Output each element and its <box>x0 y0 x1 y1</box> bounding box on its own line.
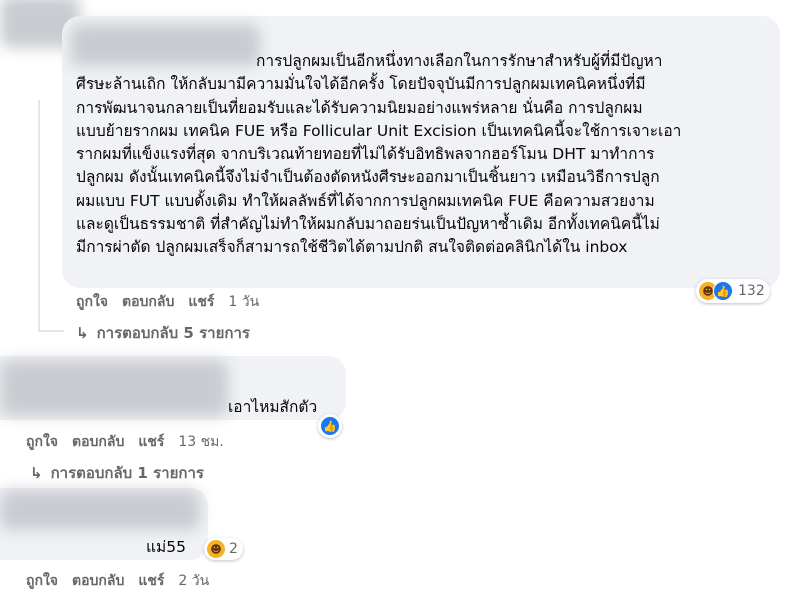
comment-line: การพัฒนาจนกลายเป็นที่ยอมรับและได้รับความ… <box>76 98 643 117</box>
comment-line: ศีรษะล้านเถิก ให้กลับมามีความมั่นใจได้อี… <box>76 75 646 94</box>
reply-link[interactable]: ตอบกลับ <box>72 570 124 592</box>
comment-text-2: เอาไหมสักตัว <box>228 398 318 416</box>
reaction-summary-3[interactable]: ☻ 2 <box>204 538 243 560</box>
comment-line: รากผมที่แข็งแรงที่สุด จากบริเวณท้ายทอยที… <box>76 145 655 164</box>
haha-emoji-icon: ☻ <box>207 540 225 558</box>
like-link[interactable]: ถูกใจ <box>26 570 58 592</box>
like-link[interactable]: ถูกใจ <box>26 431 58 453</box>
reply-link[interactable]: ตอบกลับ <box>122 291 174 313</box>
timestamp[interactable]: 2 วัน <box>178 570 209 592</box>
reply-link[interactable]: ตอบกลับ <box>72 431 124 453</box>
timestamp[interactable]: 1 วัน <box>228 291 259 313</box>
thread-connector-curve <box>38 330 64 332</box>
reply-arrow-icon: ↳ <box>76 324 89 342</box>
blurred-avatar-and-name <box>0 490 200 530</box>
comment-line: ปลูกผม ดังนั้นเทคนิคนี้จึงไม่จำเป็นต้องต… <box>76 168 660 187</box>
comment-text-1: การปลูกผมเป็นอีกหนึ่งทางเลือกในการรักษาส… <box>76 50 766 260</box>
replies-label: การตอบกลับ 1 รายการ <box>50 464 204 482</box>
like-link[interactable]: ถูกใจ <box>76 291 108 313</box>
comment-line: การปลูกผมเป็นอีกหนึ่งทางเลือกในการรักษาส… <box>256 52 663 70</box>
comment-actions-2: ถูกใจ ตอบกลับ แชร์ 13 ชม. <box>26 431 224 453</box>
blurred-avatar-and-name <box>0 360 228 416</box>
like-emoji-icon: 👍 <box>320 416 340 436</box>
replies-label: การตอบกลับ 5 รายการ <box>96 324 250 342</box>
comment-line: ผมแบบ FUT แบบดั้งเดิม ทำให้ผลลัพธ์ที่ได้… <box>76 191 655 210</box>
comment-actions-3: ถูกใจ ตอบกลับ แชร์ 2 วัน <box>26 570 209 592</box>
timestamp[interactable]: 13 ชม. <box>178 431 223 453</box>
thread-connector <box>38 100 40 332</box>
comment-line: มีการผ่าตัด ปลูกผมเสร็จก็สามารถใช้ชีวิตไ… <box>76 238 628 257</box>
share-link[interactable]: แชร์ <box>138 570 164 592</box>
share-link[interactable]: แชร์ <box>138 431 164 453</box>
comment-text-3: แม่55 <box>146 538 186 556</box>
reaction-summary-1[interactable]: ☻ 👍 132 <box>696 279 770 303</box>
reaction-count: 2 <box>229 541 238 557</box>
view-replies-2[interactable]: ↳ การตอบกลับ 1 รายการ <box>30 461 204 485</box>
share-link[interactable]: แชร์ <box>188 291 214 313</box>
reaction-summary-2[interactable]: 👍 <box>318 414 342 438</box>
reaction-count: 132 <box>738 283 765 299</box>
view-replies-1[interactable]: ↳ การตอบกลับ 5 รายการ <box>76 321 250 345</box>
like-emoji-icon: 👍 <box>713 281 733 301</box>
comment-actions-1: ถูกใจ ตอบกลับ แชร์ 1 วัน <box>76 291 259 313</box>
reply-arrow-icon: ↳ <box>30 464 43 482</box>
comment-line: และดูเป็นธรรมชาติ ที่สำคัญไม่ทำให้ผมกลับ… <box>76 215 660 234</box>
comment-line: แบบย้ายรากผม เทคนิค FUE หรือ Follicular … <box>76 121 682 140</box>
